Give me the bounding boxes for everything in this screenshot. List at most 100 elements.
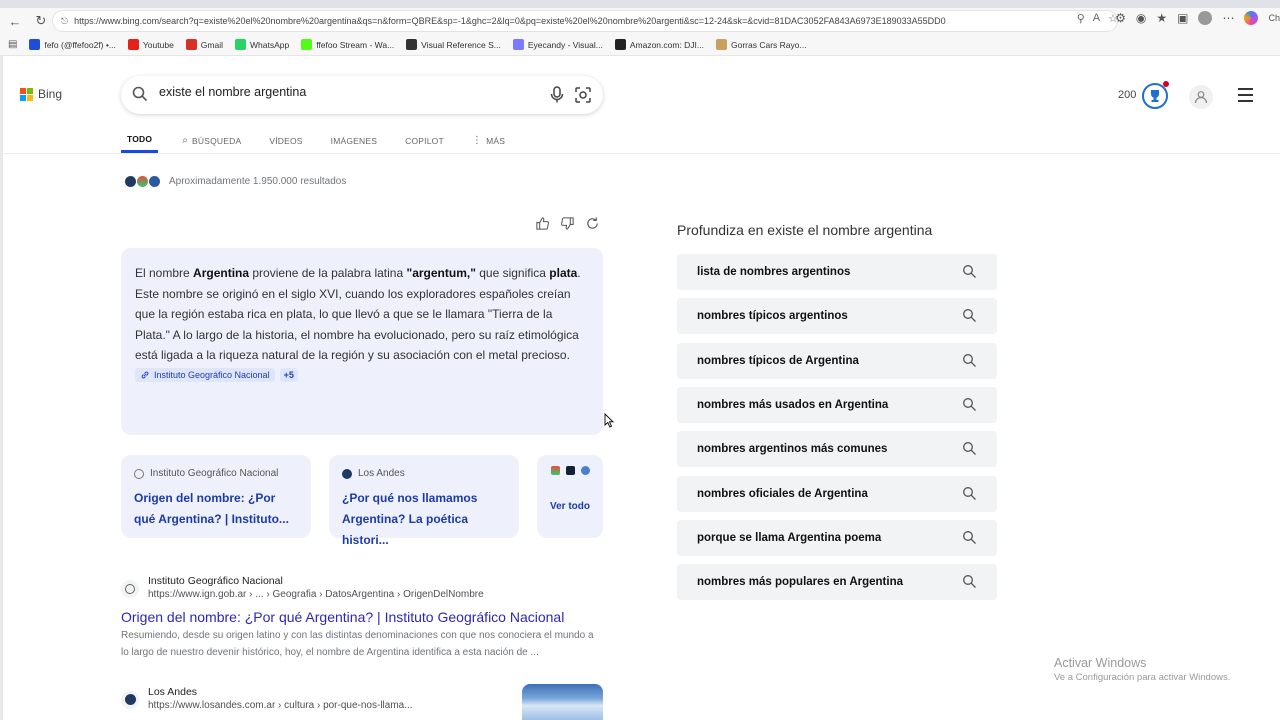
related-search-label: nombres oficiales de Argentina (697, 487, 868, 500)
back-icon[interactable]: ← (4, 10, 26, 32)
los-andes-favicon-icon (342, 468, 352, 479)
bookmark-label: Youtube (142, 39, 174, 50)
see-all-link[interactable]: Ver todo (543, 501, 597, 512)
bookmark-label: Visual Reference S... (421, 39, 501, 50)
copilot-label[interactable]: Ch (1268, 13, 1280, 23)
more-citations-chip[interactable]: +5 (279, 367, 298, 382)
bookmark-favicon-icon (235, 39, 246, 50)
answer-segment: . Este nombre se originó en el siglo XVI… (135, 266, 581, 362)
collections-icon[interactable]: ▣ (1177, 11, 1188, 25)
related-search-item[interactable]: nombres más usados en Argentina (677, 386, 997, 423)
copilot-sidebar-icon[interactable] (1244, 11, 1259, 25)
bookmark-item[interactable]: Amazon.com: DJI... (614, 39, 704, 50)
thumbs-down-icon[interactable] (560, 216, 575, 231)
result-site-name[interactable]: Instituto Geográfico Nacional (148, 575, 484, 588)
result-thumbnail-image[interactable] (522, 684, 603, 720)
address-bar[interactable]: ⎋ https://www.bing.com/search?q=existe%2… (52, 10, 1118, 32)
settings-more-icon[interactable]: ⋯ (1222, 11, 1234, 25)
menu-icon[interactable] (1238, 88, 1253, 102)
citation-label: Instituto Geográfico Nacional (154, 369, 270, 380)
bookmark-label: Gmail (200, 39, 223, 50)
tab-vídeos[interactable]: VÍDEOS (269, 128, 302, 153)
related-search-item[interactable]: porque se llama Argentina poema (677, 519, 997, 556)
related-search-item[interactable]: nombres típicos argentinos (677, 298, 997, 335)
trophy-icon (1151, 90, 1159, 102)
rewards-points[interactable]: 200 (1118, 89, 1136, 101)
microphone-icon[interactable] (549, 86, 565, 104)
related-search-item[interactable]: nombres más populares en Argentina (677, 564, 997, 601)
read-aloud-icon[interactable]: A (1093, 12, 1100, 25)
user-profile-icon[interactable] (1189, 85, 1213, 109)
related-search-label: lista de nombres argentinos (697, 266, 851, 278)
search-input[interactable] (159, 85, 539, 99)
related-search-item[interactable]: nombres oficiales de Argentina (677, 475, 997, 512)
bookmark-item[interactable]: Eyecandy - Visual... (512, 39, 603, 50)
source-card[interactable]: Los Andes ¿Por qué nos llamamos Argentin… (329, 455, 519, 547)
visual-search-icon[interactable] (574, 86, 592, 104)
answer-feedback (535, 216, 600, 231)
search-icon (963, 397, 976, 411)
more-dots-icon: ⋮ (471, 135, 483, 146)
search-icon[interactable] (131, 85, 149, 103)
tab-búsqueda[interactable]: ⌕ BÚSQUEDA (182, 128, 241, 153)
regenerate-icon[interactable] (585, 216, 600, 231)
bookmark-item[interactable]: Gorras Cars Rayo... (716, 39, 807, 50)
browser-tab-strip (0, 0, 1280, 8)
bookmark-label: WhatsApp (250, 39, 290, 50)
sync-icon[interactable]: ◉ (1136, 11, 1146, 25)
bookmark-favicon-icon (406, 39, 418, 50)
ai-answer-box: El nombre Argentina proviene de la palab… (121, 248, 603, 435)
source-card-site: Instituto Geográfico Nacional (150, 468, 279, 479)
answer-text: El nombre Argentina proviene de la palab… (135, 263, 589, 366)
tab-label: MÁS (486, 135, 506, 146)
result-title-link[interactable]: Origen del nombre: ¿Por qué Argentina? |… (121, 609, 603, 625)
bookmark-item[interactable]: fefo (@ffefoo2f) •... (29, 39, 116, 50)
thumbs-up-icon[interactable] (535, 216, 550, 231)
result-site-name[interactable]: Los Andes (148, 686, 413, 699)
source-card-title[interactable]: Origen del nombre: ¿Por qué Argentina? |… (134, 488, 298, 530)
result-url[interactable]: https://www.losandes.com.ar › cultura › … (148, 699, 413, 713)
refresh-icon[interactable]: ↻ (30, 10, 52, 32)
mouse-cursor-icon (604, 413, 614, 428)
bing-logo[interactable]: Bing (20, 87, 62, 101)
related-search-item[interactable]: nombres argentinos más comunes (677, 431, 997, 468)
browser-toolbar: ← ↻ ⎋ https://www.bing.com/search?q=exis… (0, 8, 1280, 34)
bookmark-item[interactable]: Gmail (185, 39, 223, 50)
bookmark-item[interactable]: Visual Reference S... (406, 39, 501, 50)
rewards-trophy-icon[interactable] (1142, 81, 1169, 109)
answer-segment: que significa (475, 266, 550, 280)
answer-highlight: "argentum," (406, 266, 476, 280)
bookmark-item[interactable]: ffefoo Stream - Wa... (301, 39, 394, 50)
bookmark-item[interactable]: WhatsApp (235, 39, 289, 50)
bookmarks-folder-icon[interactable]: ▤ (8, 39, 17, 50)
related-search-item[interactable]: nombres típicos de Argentina (677, 342, 997, 379)
extension-icon[interactable]: ⚙ (1115, 11, 1126, 25)
answer-highlight: Argentina (193, 266, 250, 280)
related-search-label: nombres más populares en Argentina (697, 576, 903, 589)
bookmark-favicon-icon (185, 39, 197, 50)
see-all-sources-card[interactable]: Ver todo (537, 455, 603, 538)
search-icon (963, 265, 976, 278)
citation-chip[interactable]: Instituto Geográfico Nacional (135, 367, 275, 382)
bookmark-label: ffefoo Stream - Wa... (316, 39, 395, 50)
lock-icon: ⎋ (61, 15, 69, 26)
bookmark-item[interactable]: Youtube (127, 39, 174, 50)
tab-todo[interactable]: TODO (121, 128, 159, 153)
logo-text: Bing (38, 87, 63, 101)
search-icon (963, 575, 976, 589)
source-card-title[interactable]: ¿Por qué nos llamamos Argentina? La poét… (342, 488, 506, 551)
favorites-icon[interactable]: ★ (1156, 11, 1167, 25)
tab-copilot[interactable]: COPILOT (405, 128, 444, 153)
search-result: Instituto Geográfico Nacional https://ww… (121, 575, 603, 661)
window-edge (0, 56, 3, 720)
source-card[interactable]: Instituto Geográfico Nacional Origen del… (121, 455, 311, 538)
result-url[interactable]: https://www.ign.gob.ar › ... › Geografia… (148, 588, 484, 602)
related-search-item[interactable]: lista de nombres argentinos (677, 254, 997, 290)
tab-imágenes[interactable]: IMÁGENES (331, 128, 377, 153)
source-card-site: Los Andes (358, 468, 405, 479)
url-text: https://www.bing.com/search?q=existe%20e… (74, 16, 946, 26)
tab-más[interactable]: ⋮ MÁS (472, 128, 505, 153)
zoom-icon[interactable]: ⚲ (1077, 12, 1085, 25)
source-favicon-icon (148, 175, 161, 188)
browser-profile-icon[interactable] (1198, 11, 1213, 25)
